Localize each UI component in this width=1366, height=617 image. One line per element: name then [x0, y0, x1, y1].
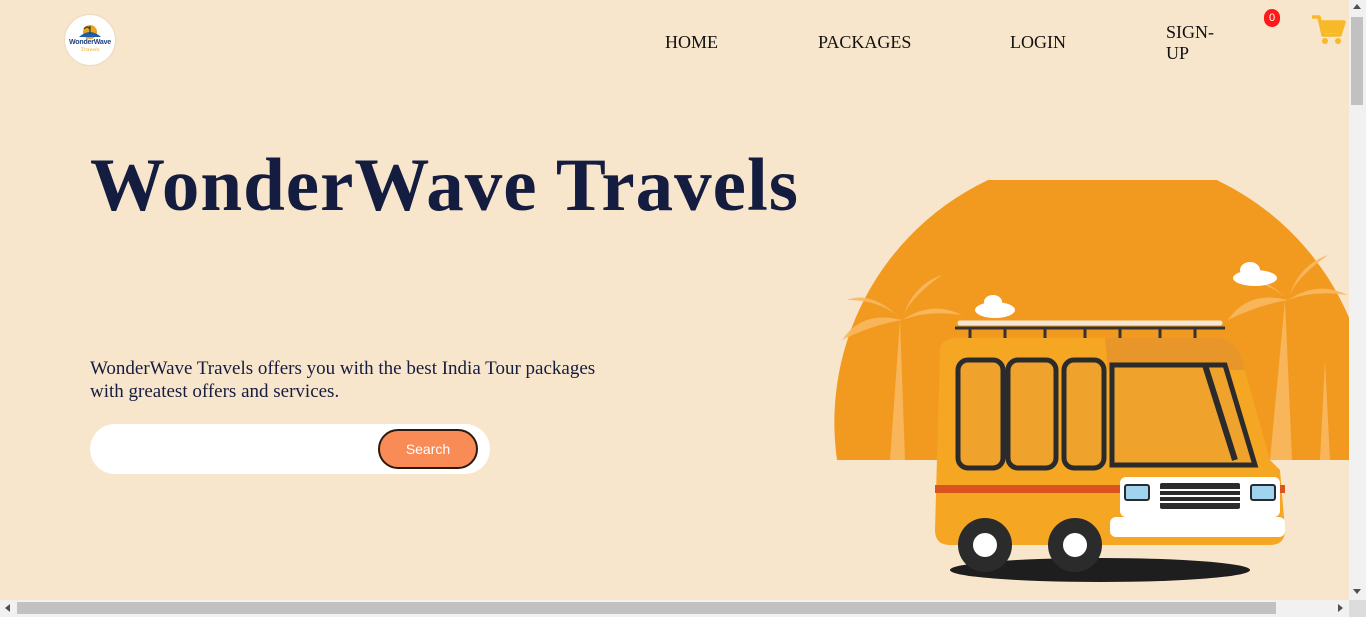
logo-text: WonderWave — [69, 39, 111, 46]
shopping-cart-icon[interactable] — [1312, 14, 1346, 46]
horizontal-scrollbar[interactable] — [0, 600, 1349, 617]
logo-subtext: Travels — [80, 47, 100, 53]
cart-count-badge: 0 — [1264, 9, 1280, 27]
search-bar: Search — [90, 424, 490, 474]
search-button[interactable]: Search — [378, 429, 478, 469]
nav-home-link[interactable]: HOME — [665, 32, 718, 53]
nav-signup-link[interactable]: SIGN-UP — [1166, 22, 1226, 64]
nav-packages-link[interactable]: PACKAGES — [818, 32, 911, 53]
scroll-up-arrow-icon[interactable] — [1353, 4, 1361, 9]
vertical-scrollbar[interactable] — [1349, 0, 1366, 600]
hero-description: WonderWave Travels offers you with the b… — [90, 358, 596, 402]
hero-title: WonderWave Travels — [90, 144, 799, 227]
vertical-scroll-thumb[interactable] — [1351, 17, 1363, 105]
search-input[interactable] — [104, 433, 373, 467]
travel-van-illustration — [834, 180, 1349, 582]
scroll-left-arrow-icon[interactable] — [5, 604, 10, 612]
scrollbar-corner — [1349, 600, 1366, 617]
scroll-down-arrow-icon[interactable] — [1353, 589, 1361, 594]
nav-login-link[interactable]: LOGIN — [1010, 32, 1066, 53]
page: WonderWave Travels HOME PACKAGES LOGIN S… — [0, 0, 1349, 600]
scroll-right-arrow-icon[interactable] — [1338, 604, 1343, 612]
brand-logo[interactable]: WonderWave Travels — [65, 15, 115, 65]
horizontal-scroll-thumb[interactable] — [17, 602, 1276, 614]
